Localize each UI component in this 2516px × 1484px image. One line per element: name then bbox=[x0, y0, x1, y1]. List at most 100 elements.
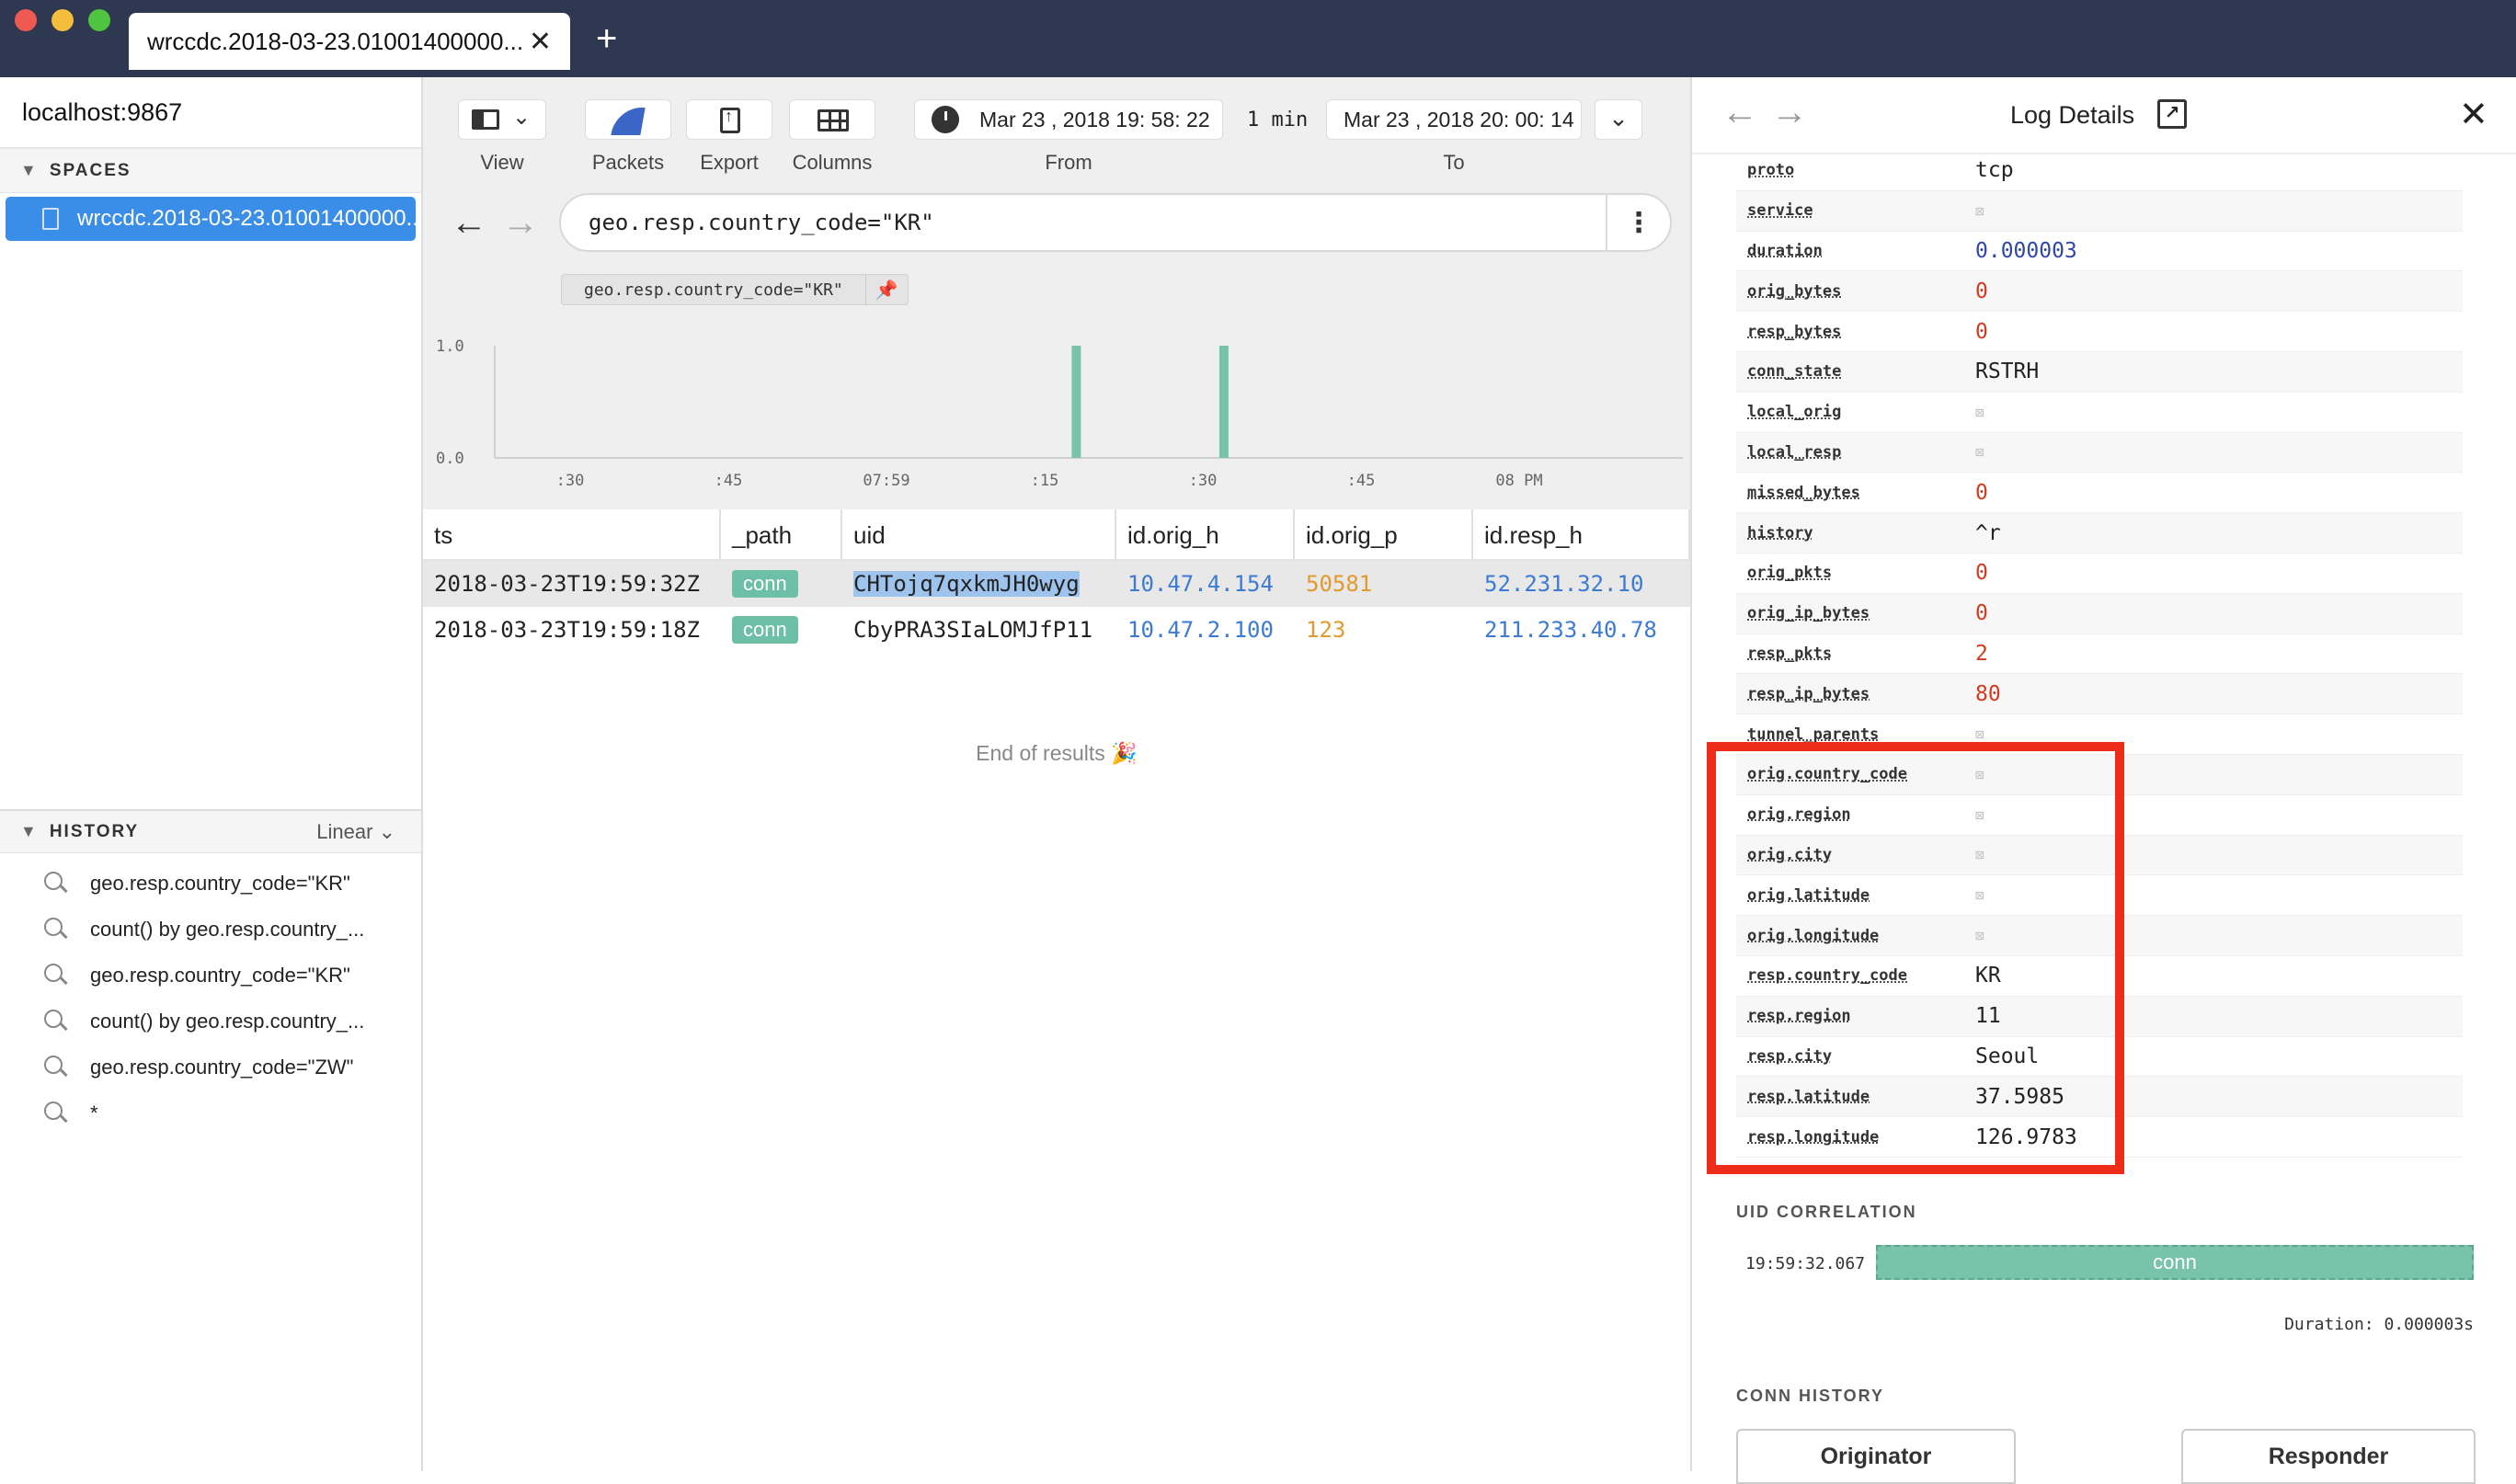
field-row[interactable]: history ^r bbox=[1736, 513, 2463, 554]
pin-icon[interactable]: 📌 bbox=[864, 274, 908, 305]
field-row[interactable]: orig_pkts 0 bbox=[1736, 554, 2463, 594]
to-date-picker[interactable]: Mar 23 , 2018 20: 00: 14 bbox=[1326, 99, 1582, 140]
field-row[interactable]: local_orig ⊠ bbox=[1736, 393, 2463, 433]
tab-main[interactable]: wrccdc.2018-03-23.01001400000... ✕ bbox=[129, 13, 570, 70]
back-arrow-icon[interactable]: ← bbox=[451, 202, 487, 244]
histogram-bar[interactable] bbox=[1071, 346, 1081, 458]
from-date-value: Mar 23 , 2018 19: 58: 22 bbox=[979, 107, 1210, 131]
collapse-triangle-icon[interactable]: ▼ bbox=[20, 822, 39, 841]
packets-button[interactable] bbox=[585, 99, 671, 140]
column-header-uid[interactable]: uid bbox=[842, 509, 1116, 561]
history-item[interactable]: geo.resp.country_code="KR" bbox=[0, 861, 421, 907]
uid-correlation-bar[interactable]: conn bbox=[1876, 1245, 2474, 1280]
field-name[interactable]: orig_pkts bbox=[1736, 564, 1975, 582]
field-name[interactable]: service bbox=[1736, 201, 1975, 220]
field-row[interactable]: resp_pkts 2 bbox=[1736, 634, 2463, 675]
field-name[interactable]: orig_bytes bbox=[1736, 282, 1975, 301]
field-row[interactable]: missed_bytes 0 bbox=[1736, 473, 2463, 514]
uid-cell: CHTojq7qxkmJH0wyg bbox=[853, 561, 1080, 607]
x-tick-label: 07:59 bbox=[863, 472, 909, 490]
field-value: 0.000003 bbox=[1975, 238, 2077, 263]
forward-arrow-icon[interactable]: → bbox=[1771, 92, 1808, 133]
history-item[interactable]: geo.resp.country_code="ZW" bbox=[0, 1045, 421, 1090]
table-header: ts _path uid id.orig_h id.orig_p id.resp… bbox=[423, 509, 1690, 561]
field-name[interactable]: conn_state bbox=[1736, 362, 1975, 381]
ts-cell: 2018-03-23T19:59:18Z bbox=[434, 617, 700, 643]
from-date-picker[interactable]: Mar 23 , 2018 19: 58: 22 bbox=[914, 99, 1223, 140]
field-row[interactable]: resp_bytes 0 bbox=[1736, 312, 2463, 352]
column-header-path[interactable]: _path bbox=[721, 509, 842, 561]
histogram-bar[interactable] bbox=[1218, 346, 1229, 458]
column-header-ts[interactable]: ts bbox=[423, 509, 721, 561]
sidebar: localhost:9867 ▼ SPACES wrccdc.2018-03-2… bbox=[0, 77, 423, 1471]
table-row[interactable]: 2018-03-23T19:59:32Z conn CHTojq7qxkmJH0… bbox=[423, 561, 1690, 607]
field-name[interactable]: resp_ip_bytes bbox=[1736, 685, 1975, 703]
field-name[interactable]: missed_bytes bbox=[1736, 484, 1975, 502]
field-row[interactable]: proto tcp bbox=[1736, 151, 2463, 191]
query-pill[interactable]: geo.resp.country_code="KR" 📌 bbox=[561, 274, 909, 305]
field-name[interactable]: local_resp bbox=[1736, 443, 1975, 462]
search-icon bbox=[44, 918, 68, 942]
time-range-dropdown[interactable]: ⌄ bbox=[1595, 99, 1642, 140]
popout-icon[interactable]: ↗ bbox=[2157, 99, 2187, 129]
zoom-window-button[interactable] bbox=[88, 9, 110, 31]
y-tick-label: 1.0 bbox=[436, 337, 464, 356]
history-list: geo.resp.country_code="KR" count() by ge… bbox=[0, 861, 421, 1136]
search-icon bbox=[44, 872, 68, 896]
field-name[interactable]: proto bbox=[1736, 161, 1975, 179]
close-window-button[interactable] bbox=[15, 9, 37, 31]
field-row[interactable]: orig_bytes 0 bbox=[1736, 271, 2463, 313]
space-item[interactable]: wrccdc.2018-03-23.01001400000... bbox=[6, 197, 416, 241]
null-value-icon: ⊠ bbox=[1975, 725, 1984, 744]
minimize-window-button[interactable] bbox=[51, 9, 74, 31]
field-row[interactable]: conn_state RSTRH bbox=[1736, 351, 2463, 393]
close-icon[interactable]: ✕ bbox=[2459, 94, 2488, 135]
history-item[interactable]: count() by geo.resp.country_... bbox=[0, 907, 421, 953]
history-section-header[interactable]: ▼ HISTORY Linear ⌄ bbox=[0, 809, 421, 853]
column-header-resp-h[interactable]: id.resp_h bbox=[1473, 509, 1690, 561]
history-item[interactable]: geo.resp.country_code="KR" bbox=[0, 953, 421, 999]
search-bar[interactable]: ⋮ bbox=[559, 193, 1672, 252]
search-options-button[interactable]: ⋮ bbox=[1606, 194, 1670, 251]
history-label: HISTORY bbox=[49, 821, 140, 841]
field-name[interactable]: resp_bytes bbox=[1736, 323, 1975, 341]
view-button[interactable]: ⌄ bbox=[458, 99, 546, 140]
history-item[interactable]: count() by geo.resp.country_... bbox=[0, 999, 421, 1045]
responder-button[interactable]: Responder bbox=[2181, 1429, 2476, 1484]
field-name[interactable]: resp_pkts bbox=[1736, 645, 1975, 663]
field-row[interactable]: resp_ip_bytes 80 bbox=[1736, 674, 2463, 715]
columns-label: Columns bbox=[792, 151, 873, 174]
y-tick-label: 0.0 bbox=[436, 450, 464, 468]
field-row[interactable]: duration 0.000003 bbox=[1736, 232, 2463, 272]
to-label: To bbox=[1443, 151, 1465, 174]
field-row[interactable]: orig_ip_bytes 0 bbox=[1736, 593, 2463, 634]
field-name[interactable]: history bbox=[1736, 524, 1975, 542]
field-name[interactable]: tunnel_parents bbox=[1736, 725, 1975, 744]
column-header-orig-p[interactable]: id.orig_p bbox=[1295, 509, 1473, 561]
tab-close-icon[interactable]: ✕ bbox=[529, 26, 552, 58]
export-button[interactable] bbox=[686, 99, 772, 140]
search-input[interactable] bbox=[561, 210, 1606, 235]
uid-selected: CHTojq7qxkmJH0wyg bbox=[853, 571, 1080, 597]
uid-correlation-header: UID CORRELATION bbox=[1736, 1203, 1917, 1221]
query-pill-text: geo.resp.country_code="KR" bbox=[584, 280, 843, 300]
columns-button[interactable] bbox=[789, 99, 875, 140]
forward-arrow-icon[interactable]: → bbox=[502, 202, 539, 244]
title-bar: wrccdc.2018-03-23.01001400000... ✕ + bbox=[0, 0, 2516, 77]
column-header-orig-h[interactable]: id.orig_h bbox=[1116, 509, 1295, 561]
spaces-section-header[interactable]: ▼ SPACES bbox=[0, 149, 421, 193]
field-name[interactable]: local_orig bbox=[1736, 403, 1975, 421]
field-name[interactable]: duration bbox=[1736, 242, 1975, 260]
field-name[interactable]: orig_ip_bytes bbox=[1736, 604, 1975, 622]
view-label: View bbox=[480, 151, 524, 174]
field-row[interactable]: local_resp ⊠ bbox=[1736, 432, 2463, 474]
new-tab-button[interactable]: + bbox=[596, 18, 617, 59]
history-mode-dropdown[interactable]: Linear ⌄ bbox=[316, 820, 395, 844]
field-value: 0 bbox=[1975, 480, 1988, 505]
table-row[interactable]: 2018-03-23T19:59:18Z conn CbyPRA3SIaLOMJ… bbox=[423, 607, 1690, 653]
field-row[interactable]: service ⊠ bbox=[1736, 190, 2463, 232]
back-arrow-icon[interactable]: ← bbox=[1721, 92, 1758, 133]
collapse-triangle-icon[interactable]: ▼ bbox=[20, 161, 39, 180]
originator-button[interactable]: Originator bbox=[1736, 1429, 2016, 1484]
history-item[interactable]: * bbox=[0, 1090, 421, 1136]
